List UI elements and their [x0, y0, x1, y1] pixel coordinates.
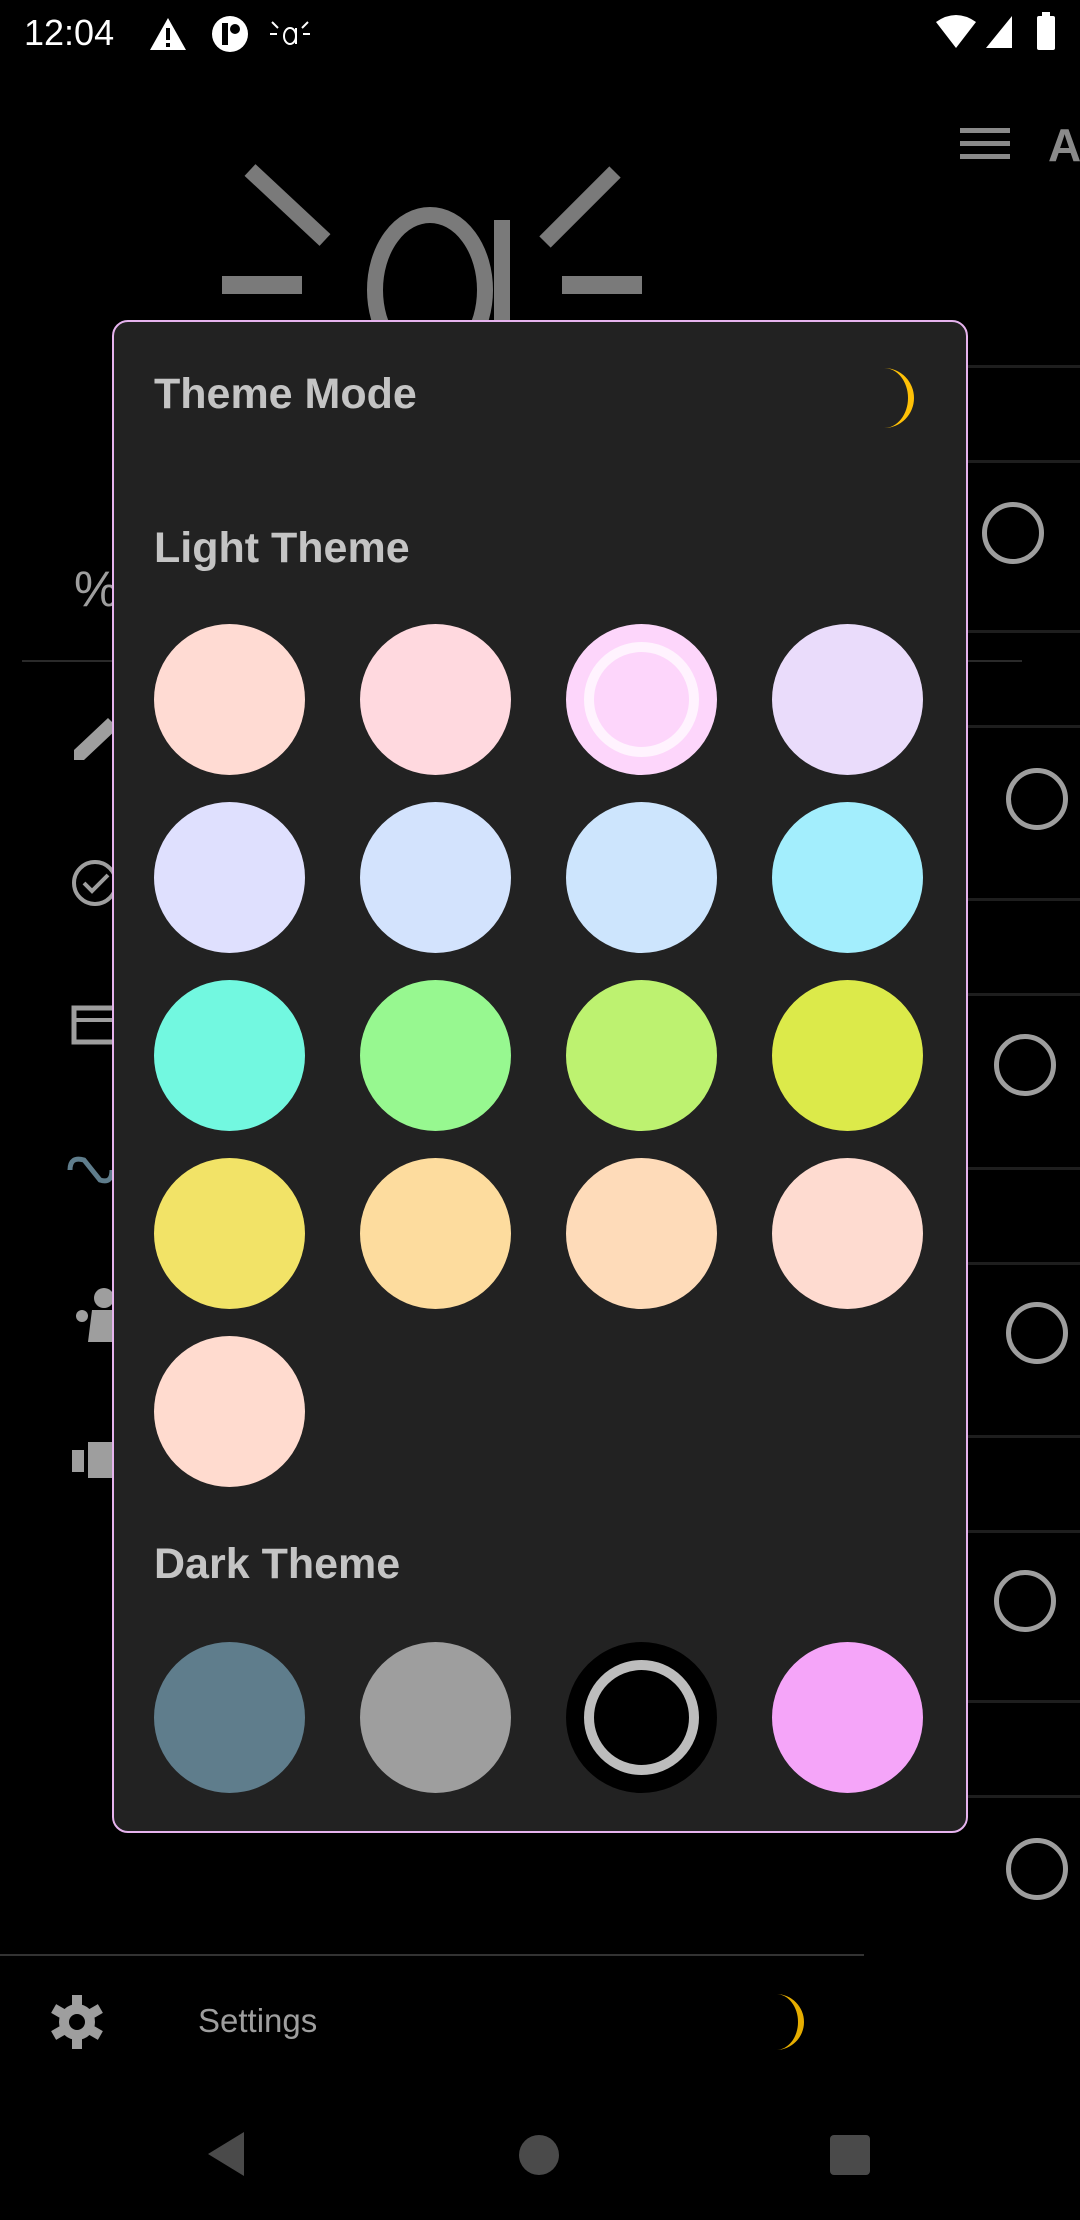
light-theme-swatch[interactable] [360, 1158, 511, 1309]
dark-theme-swatch[interactable] [360, 1642, 511, 1793]
dark-theme-swatch[interactable] [154, 1642, 305, 1793]
infinity-icon[interactable] [66, 1150, 116, 1190]
app-title-partial: A [1048, 119, 1080, 171]
recents-button[interactable] [829, 2134, 871, 2176]
app-notification-icon [212, 16, 248, 52]
radio-button[interactable] [994, 1570, 1056, 1632]
selected-indicator [584, 642, 699, 757]
light-theme-swatch[interactable] [566, 980, 717, 1131]
light-theme-swatch[interactable] [772, 624, 923, 775]
light-theme-swatch[interactable] [360, 624, 511, 775]
light-theme-swatch[interactable] [360, 980, 511, 1131]
light-theme-swatch[interactable] [154, 1158, 305, 1309]
dark-theme-swatch[interactable] [566, 1642, 717, 1793]
light-theme-swatch[interactable] [566, 1158, 717, 1309]
dialog-title: Theme Mode [154, 370, 417, 418]
moon-icon[interactable] [768, 1992, 808, 2052]
theme-mode-dialog: Theme Mode Light Theme Dark Theme [112, 320, 968, 1833]
radio-button[interactable] [1006, 768, 1068, 830]
radio-button[interactable] [1006, 1302, 1068, 1364]
light-theme-swatch[interactable] [566, 624, 717, 775]
selected-indicator [584, 1660, 699, 1775]
radio-button[interactable] [1006, 1838, 1068, 1900]
moon-icon[interactable] [874, 366, 918, 430]
light-theme-swatch[interactable] [154, 1336, 305, 1487]
wifi-icon [936, 15, 976, 48]
dark-theme-title: Dark Theme [154, 1540, 401, 1588]
hamburger-menu-icon[interactable] [960, 126, 1012, 162]
light-theme-swatch[interactable] [154, 980, 305, 1131]
signal-icon [986, 16, 1012, 48]
app-logo-icon [270, 21, 310, 45]
radio-button[interactable] [994, 1034, 1056, 1096]
status-time: 12:04 [24, 12, 115, 53]
light-theme-swatch[interactable] [772, 1158, 923, 1309]
light-theme-swatch[interactable] [772, 980, 923, 1131]
light-theme-swatch[interactable] [772, 802, 923, 953]
radio-button[interactable] [982, 502, 1044, 564]
light-theme-swatch[interactable] [566, 802, 717, 953]
battery-icon [1037, 12, 1055, 50]
light-theme-swatch[interactable] [154, 802, 305, 953]
back-button[interactable] [204, 2130, 248, 2178]
home-button[interactable] [518, 2134, 560, 2176]
dark-theme-swatch[interactable] [772, 1642, 923, 1793]
settings-label[interactable]: Settings [198, 2002, 317, 2040]
light-theme-swatch[interactable] [360, 802, 511, 953]
warning-icon [150, 18, 186, 50]
settings-divider [0, 1954, 864, 1956]
gear-icon[interactable] [50, 1995, 104, 2049]
light-theme-swatch[interactable] [154, 624, 305, 775]
app-logo-large [222, 164, 642, 330]
light-theme-title: Light Theme [154, 524, 410, 572]
